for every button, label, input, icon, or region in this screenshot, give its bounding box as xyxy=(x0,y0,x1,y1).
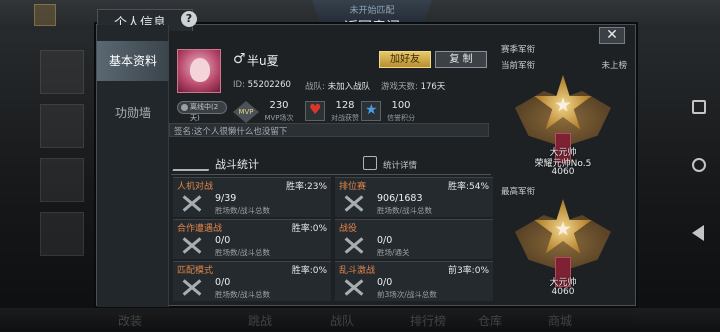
player-id: ID: 55202260 xyxy=(233,80,291,90)
nav-warehouse: 仓库 xyxy=(478,314,503,328)
highest-rank-score: 4060 xyxy=(551,287,575,297)
stat-cell-title: 乱斗激战 xyxy=(339,266,376,276)
stat-cell-value: 906/1683 xyxy=(377,193,423,204)
stat-cell-sub: 胜场数/战斗总数 xyxy=(215,206,271,215)
crossed-rifles-icon xyxy=(181,193,203,213)
current-rank-score: 4060 xyxy=(551,167,575,177)
stat-cell-sub: 胜场数/战斗总数 xyxy=(215,290,271,299)
nav-challenge: 跳战 xyxy=(248,314,273,328)
crossed-rifles-icon xyxy=(181,277,203,297)
rank-section-title: 赛季军衔 xyxy=(501,45,536,55)
crossed-rifles-icon xyxy=(343,235,365,255)
mvp-label: MVP场次 xyxy=(264,114,294,122)
stat-cell-title: 人机对战 xyxy=(177,182,214,192)
stat-cell-sub: 胜场/通关 xyxy=(377,248,410,257)
stat-cell-melee[interactable]: 乱斗激战 前3率:0% 0/0 前3场次/战斗总数 xyxy=(335,261,493,301)
recent-apps-icon[interactable] xyxy=(692,100,706,114)
stats-detail-icon[interactable] xyxy=(363,156,377,170)
current-rank-label: 当前军衔 xyxy=(501,61,536,71)
stat-cell-coop[interactable]: 合作遭遇战 胜率:0% 0/0 胜场数/战斗总数 xyxy=(173,219,331,259)
player-info-dialog: 个人信息 ? ✕ 基本资料 功勋墙 离线中(2天) ♂ 半u夏 加好友 复 制 … xyxy=(96,9,636,307)
stat-cell-rate: 胜率:23% xyxy=(285,182,327,192)
tab-honor-wall[interactable]: 功勋墙 xyxy=(97,93,169,133)
stat-cell-value: 0/0 xyxy=(215,277,231,288)
stat-cell-rate: 胜率:0% xyxy=(291,224,327,234)
stat-cell-value: 0/0 xyxy=(377,277,393,288)
stat-cell-rate: 前3率:0% xyxy=(447,266,489,276)
player-clan: 战队: 未加入战队 xyxy=(305,82,371,92)
game-screen: 改装 跳战 战队 排行榜 仓库 商城 未开始匹配 返回房间 个人信息 ? ✕ 基… xyxy=(0,0,720,332)
nav-store: 商城 xyxy=(548,314,573,328)
battle-stats-header: 战斗统计 统计详情 xyxy=(171,153,491,175)
stat-cell-value: 0/0 xyxy=(215,235,231,246)
back-icon[interactable] xyxy=(692,225,704,241)
lobby-bottom-nav: 改装 跳战 战队 排行榜 仓库 商城 xyxy=(0,308,720,332)
battle-stats-title: 战斗统计 xyxy=(215,158,259,171)
not-ranked-label: 未上榜 xyxy=(601,61,627,71)
android-nav-bar xyxy=(684,0,712,332)
likes-label: 对战获赞 xyxy=(331,114,359,122)
online-status-badge: 离线中(2天) xyxy=(177,101,227,122)
crossed-rifles-icon xyxy=(343,193,365,213)
stat-cell-match[interactable]: 匹配模式 胜率:0% 0/0 胜场数/战斗总数 xyxy=(173,261,331,301)
heart-icon xyxy=(305,101,325,121)
home-icon[interactable] xyxy=(692,158,706,172)
help-icon[interactable]: ? xyxy=(181,11,197,27)
signature-text: 签名:这个人很懒什么也没留下 xyxy=(169,123,489,137)
avatar[interactable] xyxy=(177,49,221,93)
lobby-avatar xyxy=(34,4,56,26)
stat-cell-value: 0/0 xyxy=(377,235,393,246)
stat-cell-sub: 胜场数/战斗总数 xyxy=(377,206,433,215)
side-tabs: 基本资料 功勋墙 xyxy=(97,25,169,307)
player-days: 游戏天数: 176天 xyxy=(381,82,446,92)
player-name: 半u夏 xyxy=(247,54,279,68)
credit-score: 100 xyxy=(391,100,411,111)
stat-cell-rate: 胜率:54% xyxy=(447,182,489,192)
stat-cell-value: 9/39 xyxy=(215,193,237,204)
stat-cell-title: 匹配模式 xyxy=(177,266,214,276)
mvp-icon: MVP xyxy=(233,101,259,123)
stat-cell-pve[interactable]: 人机对战 胜率:23% 9/39 胜场数/战斗总数 xyxy=(173,177,331,217)
likes-count: 128 xyxy=(335,100,355,111)
match-status: 未开始匹配 xyxy=(349,6,395,16)
stat-cell-rate: 胜率:0% xyxy=(291,266,327,276)
nav-modify: 改装 xyxy=(118,314,143,328)
stat-cell-sub: 前3场次/战斗总数 xyxy=(377,290,437,299)
stat-cell-ranked[interactable]: 排位赛 胜率:54% 906/1683 胜场数/战斗总数 xyxy=(335,177,493,217)
mvp-count: 230 xyxy=(269,100,289,111)
stat-cell-title: 合作遭遇战 xyxy=(177,224,223,234)
stat-cell-title: 战役 xyxy=(339,224,358,234)
crossed-guns-icon xyxy=(172,157,214,171)
male-gender-icon: ♂ xyxy=(233,51,246,67)
stat-cell-title: 排位赛 xyxy=(339,182,367,192)
credit-label: 信誉积分 xyxy=(387,114,415,122)
stat-cell-campaign[interactable]: 战役 0/0 胜场/通关 xyxy=(335,219,493,259)
nav-clan: 战队 xyxy=(330,314,355,328)
nav-leaderboard: 排行榜 xyxy=(410,314,447,328)
crossed-rifles-icon xyxy=(181,235,203,255)
tab-basic-info[interactable]: 基本资料 xyxy=(97,41,169,81)
close-button[interactable]: ✕ xyxy=(599,27,625,44)
lobby-friend-list xyxy=(28,40,98,290)
crossed-rifles-icon xyxy=(343,277,365,297)
copy-button[interactable]: 复 制 xyxy=(435,51,487,68)
add-friend-button[interactable]: 加好友 xyxy=(379,51,431,68)
season-rank-panel: 赛季军衔 当前军衔 未上榜 大元帅 荣耀元帅No.5 4060 最高军衔 大元帅… xyxy=(497,43,631,301)
stats-detail-link[interactable]: 统计详情 xyxy=(383,159,417,171)
star-icon xyxy=(361,101,381,121)
stat-cell-sub: 胜场数/战斗总数 xyxy=(215,248,271,257)
